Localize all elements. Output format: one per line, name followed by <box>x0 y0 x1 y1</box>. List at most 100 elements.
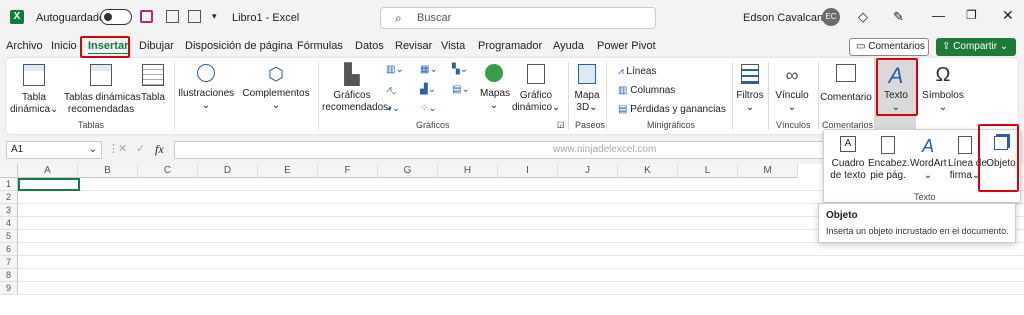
share-button[interactable]: ⇪ Compartir ⌄ <box>936 38 1016 56</box>
tab-disposicion[interactable]: Disposición de página <box>185 40 293 52</box>
name-box-value: A1 <box>11 144 24 155</box>
linea-firma-button[interactable]: Línea de firma⌄ <box>948 136 987 182</box>
cuadro-de-texto-button[interactable]: A Cuadro de texto <box>828 136 868 182</box>
tab-ayuda[interactable]: Ayuda <box>553 40 584 52</box>
column-sparkline-icon: ▥ <box>618 85 631 96</box>
column-chart-icon[interactable]: ▥⌄ <box>386 64 404 75</box>
column-header-i[interactable]: I <box>498 164 558 178</box>
customize-toolbar-icon[interactable]: ▾ <box>212 11 217 22</box>
tab-power-pivot[interactable]: Power Pivot <box>597 40 656 52</box>
line-chart-icon[interactable]: ⩘⌄ <box>386 84 396 95</box>
wordart-button[interactable]: A WordArt ⌄ <box>910 136 947 182</box>
column-header-g[interactable]: G <box>378 164 438 178</box>
tab-programador[interactable]: Programador <box>478 40 542 52</box>
link-icon: ∞ <box>785 65 799 85</box>
row-header-7[interactable]: 7 <box>0 256 18 269</box>
column-header-j[interactable]: J <box>558 164 618 178</box>
statistic-chart-icon[interactable]: ▟⌄ <box>420 84 436 95</box>
row-header-4[interactable]: 4 <box>0 217 18 230</box>
graficos-recomendados-label-2: recomendados <box>322 102 389 113</box>
comentario-button[interactable]: Comentario <box>820 64 872 104</box>
dialog-launcher-icon[interactable]: ◲ <box>557 120 565 129</box>
hierarchy-chart-icon[interactable]: ▦⌄ <box>420 64 438 75</box>
simbolos-button[interactable]: Ω Símbolos ⌄ <box>920 64 966 114</box>
minimize-icon[interactable]: — <box>932 8 945 23</box>
mapa3d-button[interactable]: Mapa 3D⌄ <box>572 64 602 114</box>
tab-revisar[interactable]: Revisar <box>395 40 432 52</box>
combo-chart-icon[interactable]: ▤⌄ <box>452 84 470 95</box>
cancel-icon[interactable]: ✕ <box>118 142 127 155</box>
tab-dibujar[interactable]: Dibujar <box>139 40 174 52</box>
tabla-dinamica-button[interactable]: Tabla dinámica⌄ <box>10 64 58 116</box>
diamond-icon[interactable]: ◇ <box>858 9 868 25</box>
comments-button[interactable]: ▭ Comentarios <box>849 38 929 56</box>
tab-vista[interactable]: Vista <box>441 40 465 52</box>
row-header-2[interactable]: 2 <box>0 191 18 204</box>
column-header-k[interactable]: K <box>618 164 678 178</box>
cuadro-label-2: de texto <box>830 170 866 181</box>
column-header-b[interactable]: B <box>78 164 138 178</box>
row-header-9[interactable]: 9 <box>0 282 18 295</box>
graficos-recomendados-button[interactable]: ▙ Gráficos recomendados <box>322 64 389 114</box>
sparkline-lineas[interactable]: ⩘ Líneas <box>618 66 656 77</box>
row-header-8[interactable]: 8 <box>0 269 18 282</box>
columnas-label: Columnas <box>630 85 676 96</box>
grid-row-line <box>18 281 1024 282</box>
column-header-f[interactable]: F <box>318 164 378 178</box>
comment-icon <box>836 64 856 82</box>
waterfall-chart-icon[interactable]: ▚⌄ <box>452 64 468 75</box>
grafico-dinamico-button[interactable]: Gráfico dinámico⌄ <box>512 64 560 114</box>
grafico-dinamico-label-2: dinámico <box>512 102 553 113</box>
complementos-button[interactable]: ⬡ Complementos ⌄ <box>240 64 312 112</box>
tab-archivo[interactable]: Archivo <box>6 40 43 52</box>
encabez-label-2: pie pág. <box>870 170 906 181</box>
pen-icon[interactable]: ✎ <box>893 9 904 25</box>
pie-chart-icon[interactable]: ◕⌄ <box>386 103 400 114</box>
user-name: Edson Cavalcante <box>743 12 833 24</box>
vinculo-button[interactable]: ∞ Vínculo ⌄ <box>772 64 812 114</box>
row-header-3[interactable]: 3 <box>0 204 18 217</box>
autosave-toggle[interactable] <box>100 9 132 25</box>
row-header-6[interactable]: 6 <box>0 243 18 256</box>
filtros-button[interactable]: Filtros ⌄ <box>736 64 764 114</box>
close-icon[interactable]: ✕ <box>1002 7 1014 24</box>
cuadro-label-1: Cuadro <box>831 158 865 169</box>
tab-formulas[interactable]: Fórmulas <box>297 40 343 52</box>
mapas-button[interactable]: Mapas ⌄ <box>480 64 511 112</box>
ilustraciones-button[interactable]: Ilustraciones ⌄ <box>178 64 234 112</box>
enter-icon[interactable]: ✓ <box>136 142 145 155</box>
column-header-e[interactable]: E <box>258 164 318 178</box>
save-icon[interactable] <box>140 10 153 23</box>
restore-icon[interactable]: ❐ <box>966 8 977 22</box>
column-header-l[interactable]: L <box>678 164 738 178</box>
sparkline-perdidas[interactable]: ▤ Pérdidas y ganancias <box>618 104 726 115</box>
search-box[interactable]: ⌕ Buscar <box>380 7 656 29</box>
search-icon: ⌕ <box>395 11 402 25</box>
row-header-1[interactable]: 1 <box>0 178 18 191</box>
tab-inicio[interactable]: Inicio <box>51 40 77 52</box>
tab-datos[interactable]: Datos <box>355 40 384 52</box>
column-header-d[interactable]: D <box>198 164 258 178</box>
tablas-recomendadas-button[interactable]: Tablas dinámicas recomendadas <box>64 64 141 116</box>
toolbar-icon[interactable] <box>166 10 179 23</box>
name-box[interactable]: A1 ⌄ <box>6 141 102 159</box>
encabezado-button[interactable]: Encabez. pie pág. <box>868 136 910 182</box>
toolbar-icon-2[interactable] <box>188 10 201 23</box>
sparkline-columnas[interactable]: ▥ Columnas <box>618 85 675 96</box>
insertar-highlight <box>80 36 130 58</box>
scatter-chart-icon[interactable]: ⁘⌄ <box>420 103 437 114</box>
avatar[interactable]: EC <box>822 8 840 26</box>
insert-function-icon[interactable]: fx <box>155 142 164 157</box>
tabla-button[interactable]: Tabla <box>138 64 168 104</box>
mapas-label: Mapas <box>480 88 511 99</box>
column-header-m[interactable]: M <box>738 164 798 178</box>
row-header-5[interactable]: 5 <box>0 230 18 243</box>
select-all-corner[interactable] <box>0 164 18 178</box>
active-cell[interactable] <box>18 178 80 191</box>
column-header-c[interactable]: C <box>138 164 198 178</box>
column-header-a[interactable]: A <box>18 164 78 178</box>
column-header-h[interactable]: H <box>438 164 498 178</box>
pivot-chart-icon <box>527 64 545 84</box>
separator <box>174 62 175 130</box>
formula-input[interactable] <box>174 141 824 159</box>
